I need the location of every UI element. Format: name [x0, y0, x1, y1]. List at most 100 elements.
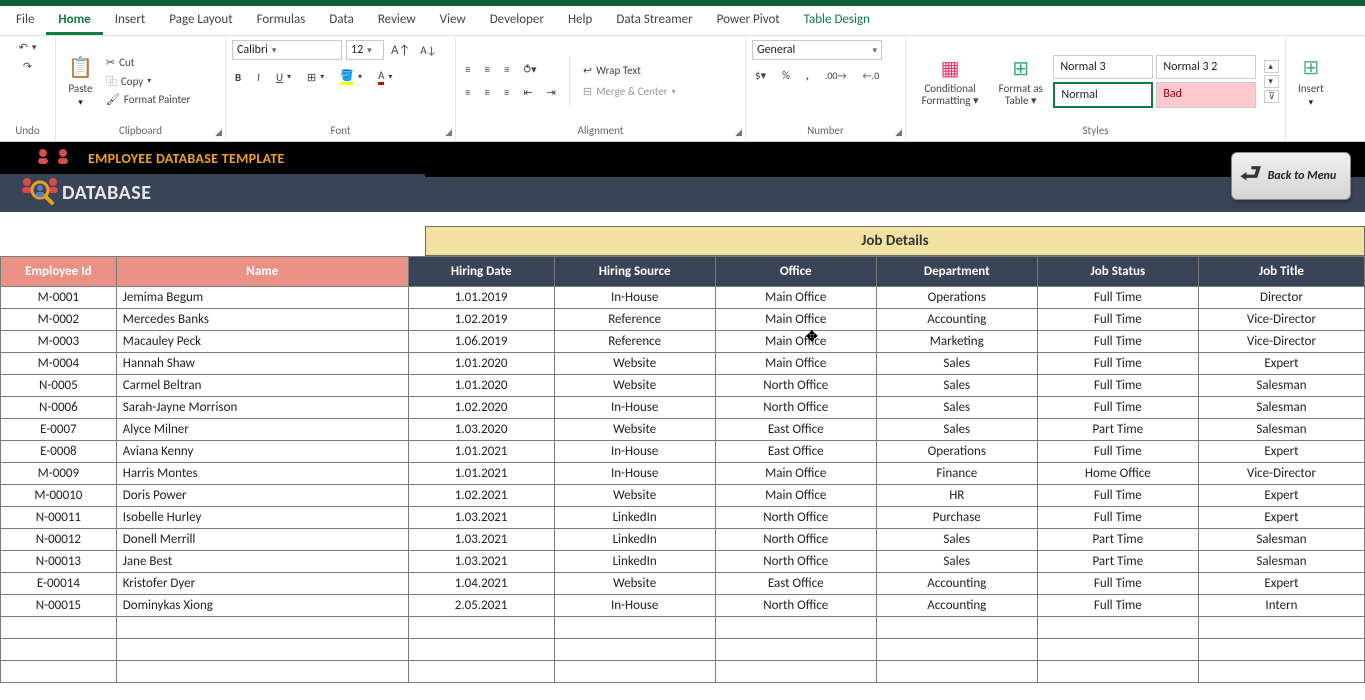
table-row-empty[interactable]	[1, 661, 1365, 683]
cell-office[interactable]: North Office	[715, 529, 876, 551]
cell-name[interactable]: Jane Best	[116, 551, 408, 573]
cell-office[interactable]: East Office	[715, 573, 876, 595]
cell-job-title[interactable]: Expert	[1198, 573, 1364, 595]
cell-id[interactable]: N-00011	[1, 507, 117, 529]
alignment-dialog-launcher[interactable]: ◢	[735, 127, 742, 138]
cell-hiring-date[interactable]: 1.03.2020	[408, 419, 554, 441]
back-to-menu-button[interactable]: ⮐ Back to Menu	[1231, 152, 1351, 200]
cell-id[interactable]: M-0003	[1, 331, 117, 353]
cell-job-title[interactable]: Director	[1198, 287, 1364, 309]
styles-scroll-down[interactable]: ▾	[1264, 75, 1279, 88]
cell-id[interactable]: N-00015	[1, 595, 117, 617]
cell-job-title[interactable]: Salesman	[1198, 529, 1364, 551]
table-row-empty[interactable]	[1, 639, 1365, 661]
cell-hiring-source[interactable]: In-House	[554, 397, 715, 419]
cell-job-status[interactable]: Home Office	[1037, 463, 1198, 485]
cell-hiring-source[interactable]: LinkedIn	[554, 507, 715, 529]
cell-job-title[interactable]: Salesman	[1198, 419, 1364, 441]
table-row[interactable]: M-0004Hannah Shaw1.01.2020WebsiteMain Of…	[1, 353, 1365, 375]
col-hiring-source[interactable]: Hiring Source	[554, 257, 715, 287]
cell-office[interactable]: Main Office	[715, 331, 876, 353]
cell-department[interactable]: Sales	[876, 353, 1037, 375]
style-bad[interactable]: Bad	[1156, 82, 1256, 108]
cell-job-title[interactable]: Vice-Director	[1198, 331, 1364, 353]
cell-name[interactable]: Sarah-Jayne Morrison	[116, 397, 408, 419]
cell-hiring-date[interactable]: 1.01.2020	[408, 353, 554, 375]
cell-hiring-source[interactable]: Reference	[554, 309, 715, 331]
decrease-font-button[interactable]: A↓	[417, 43, 439, 58]
undo-button[interactable]: ↶▾	[16, 40, 40, 55]
cell-hiring-source[interactable]: Website	[554, 573, 715, 595]
cell-department[interactable]: Accounting	[876, 309, 1037, 331]
paste-button[interactable]: 📋 Paste ▾	[62, 53, 99, 110]
data-table[interactable]: Employee Id Name Hiring Date Hiring Sour…	[0, 256, 1365, 683]
increase-decimal-button[interactable]: .00→	[822, 68, 850, 83]
tab-help[interactable]: Help	[556, 6, 604, 35]
cell-hiring-source[interactable]: In-House	[554, 595, 715, 617]
cell-department[interactable]: Accounting	[876, 573, 1037, 595]
cell-job-status[interactable]: Part Time	[1037, 529, 1198, 551]
table-row[interactable]: N-00011Isobelle Hurley1.03.2021LinkedInN…	[1, 507, 1365, 529]
border-button[interactable]: ⊞▾	[304, 70, 327, 85]
cell-hiring-date[interactable]: 1.02.2020	[408, 397, 554, 419]
increase-font-button[interactable]: A↑	[388, 42, 413, 59]
col-hiring-date[interactable]: Hiring Date	[408, 257, 554, 287]
cell-name[interactable]: Isobelle Hurley	[116, 507, 408, 529]
cell-hiring-source[interactable]: LinkedIn	[554, 529, 715, 551]
cell-id[interactable]: N-0006	[1, 397, 117, 419]
copy-button[interactable]: ⿻Copy▾	[103, 72, 193, 90]
table-row[interactable]: E-0007Alyce Milner1.03.2020WebsiteEast O…	[1, 419, 1365, 441]
orientation-button[interactable]: ⥀▾	[520, 62, 539, 77]
cell-office[interactable]: North Office	[715, 397, 876, 419]
cell-hiring-source[interactable]: Website	[554, 353, 715, 375]
cell-hiring-date[interactable]: 1.01.2021	[408, 463, 554, 485]
cell-hiring-source[interactable]: In-House	[554, 463, 715, 485]
style-normal-3-2[interactable]: Normal 3 2	[1156, 55, 1256, 79]
merge-center-button[interactable]: ⊟Merge & Center▾	[580, 84, 679, 99]
tab-file[interactable]: File	[4, 6, 46, 35]
tab-review[interactable]: Review	[366, 6, 428, 35]
cell-hiring-date[interactable]: 1.01.2020	[408, 375, 554, 397]
cell-job-status[interactable]: Full Time	[1037, 441, 1198, 463]
tab-power-pivot[interactable]: Power Pivot	[705, 6, 792, 35]
col-department[interactable]: Department	[876, 257, 1037, 287]
cell-job-status[interactable]: Full Time	[1037, 309, 1198, 331]
cell-id[interactable]: E-0007	[1, 419, 117, 441]
cell-office[interactable]: North Office	[715, 507, 876, 529]
cell-department[interactable]: Sales	[876, 375, 1037, 397]
table-row[interactable]: M-0002Mercedes Banks1.02.2019ReferenceMa…	[1, 309, 1365, 331]
tab-view[interactable]: View	[428, 6, 478, 35]
wrap-text-button[interactable]: ↩Wrap Text	[580, 63, 679, 78]
cell-job-status[interactable]: Part Time	[1037, 551, 1198, 573]
align-center-button[interactable]: ≡	[481, 85, 492, 100]
cell-hiring-date[interactable]: 2.05.2021	[408, 595, 554, 617]
cell-id[interactable]: M-00010	[1, 485, 117, 507]
comma-button[interactable]: ,	[803, 68, 812, 83]
cell-job-title[interactable]: Intern	[1198, 595, 1364, 617]
percent-button[interactable]: %	[779, 68, 793, 83]
cut-button[interactable]: ✂Cut	[103, 55, 193, 70]
cell-name[interactable]: Jemima Begum	[116, 287, 408, 309]
format-as-table-button[interactable]: ⊞ Format as Table ▾	[992, 54, 1049, 109]
col-job-status[interactable]: Job Status	[1037, 257, 1198, 287]
cell-department[interactable]: Marketing	[876, 331, 1037, 353]
align-left-button[interactable]: ≡	[462, 85, 473, 100]
cell-id[interactable]: M-0009	[1, 463, 117, 485]
decrease-decimal-button[interactable]: ←.0	[860, 68, 883, 83]
cell-department[interactable]: Purchase	[876, 507, 1037, 529]
table-row[interactable]: M-00010Doris Power1.02.2021WebsiteMain O…	[1, 485, 1365, 507]
cell-name[interactable]: Dominykas Xiong	[116, 595, 408, 617]
cell-job-status[interactable]: Full Time	[1037, 331, 1198, 353]
col-job-title[interactable]: Job Title	[1198, 257, 1364, 287]
font-name-select[interactable]: Calibri▾	[232, 40, 342, 60]
worksheet[interactable]: EMPLOYEE DATABASE TEMPLATE DATABASE	[0, 142, 1365, 683]
cell-hiring-date[interactable]: 1.03.2021	[408, 507, 554, 529]
currency-button[interactable]: $▾	[752, 68, 769, 83]
table-row[interactable]: N-0006Sarah-Jayne Morrison1.02.2020In-Ho…	[1, 397, 1365, 419]
bold-button[interactable]: B	[232, 70, 244, 85]
font-size-select[interactable]: 12▾	[346, 40, 384, 60]
insert-cells-button[interactable]: ⊞ Insert ▾	[1292, 53, 1330, 110]
table-row[interactable]: N-00012Donell Merrill1.03.2021LinkedInNo…	[1, 529, 1365, 551]
cell-job-title[interactable]: Vice-Director	[1198, 309, 1364, 331]
cell-hiring-source[interactable]: Reference	[554, 331, 715, 353]
